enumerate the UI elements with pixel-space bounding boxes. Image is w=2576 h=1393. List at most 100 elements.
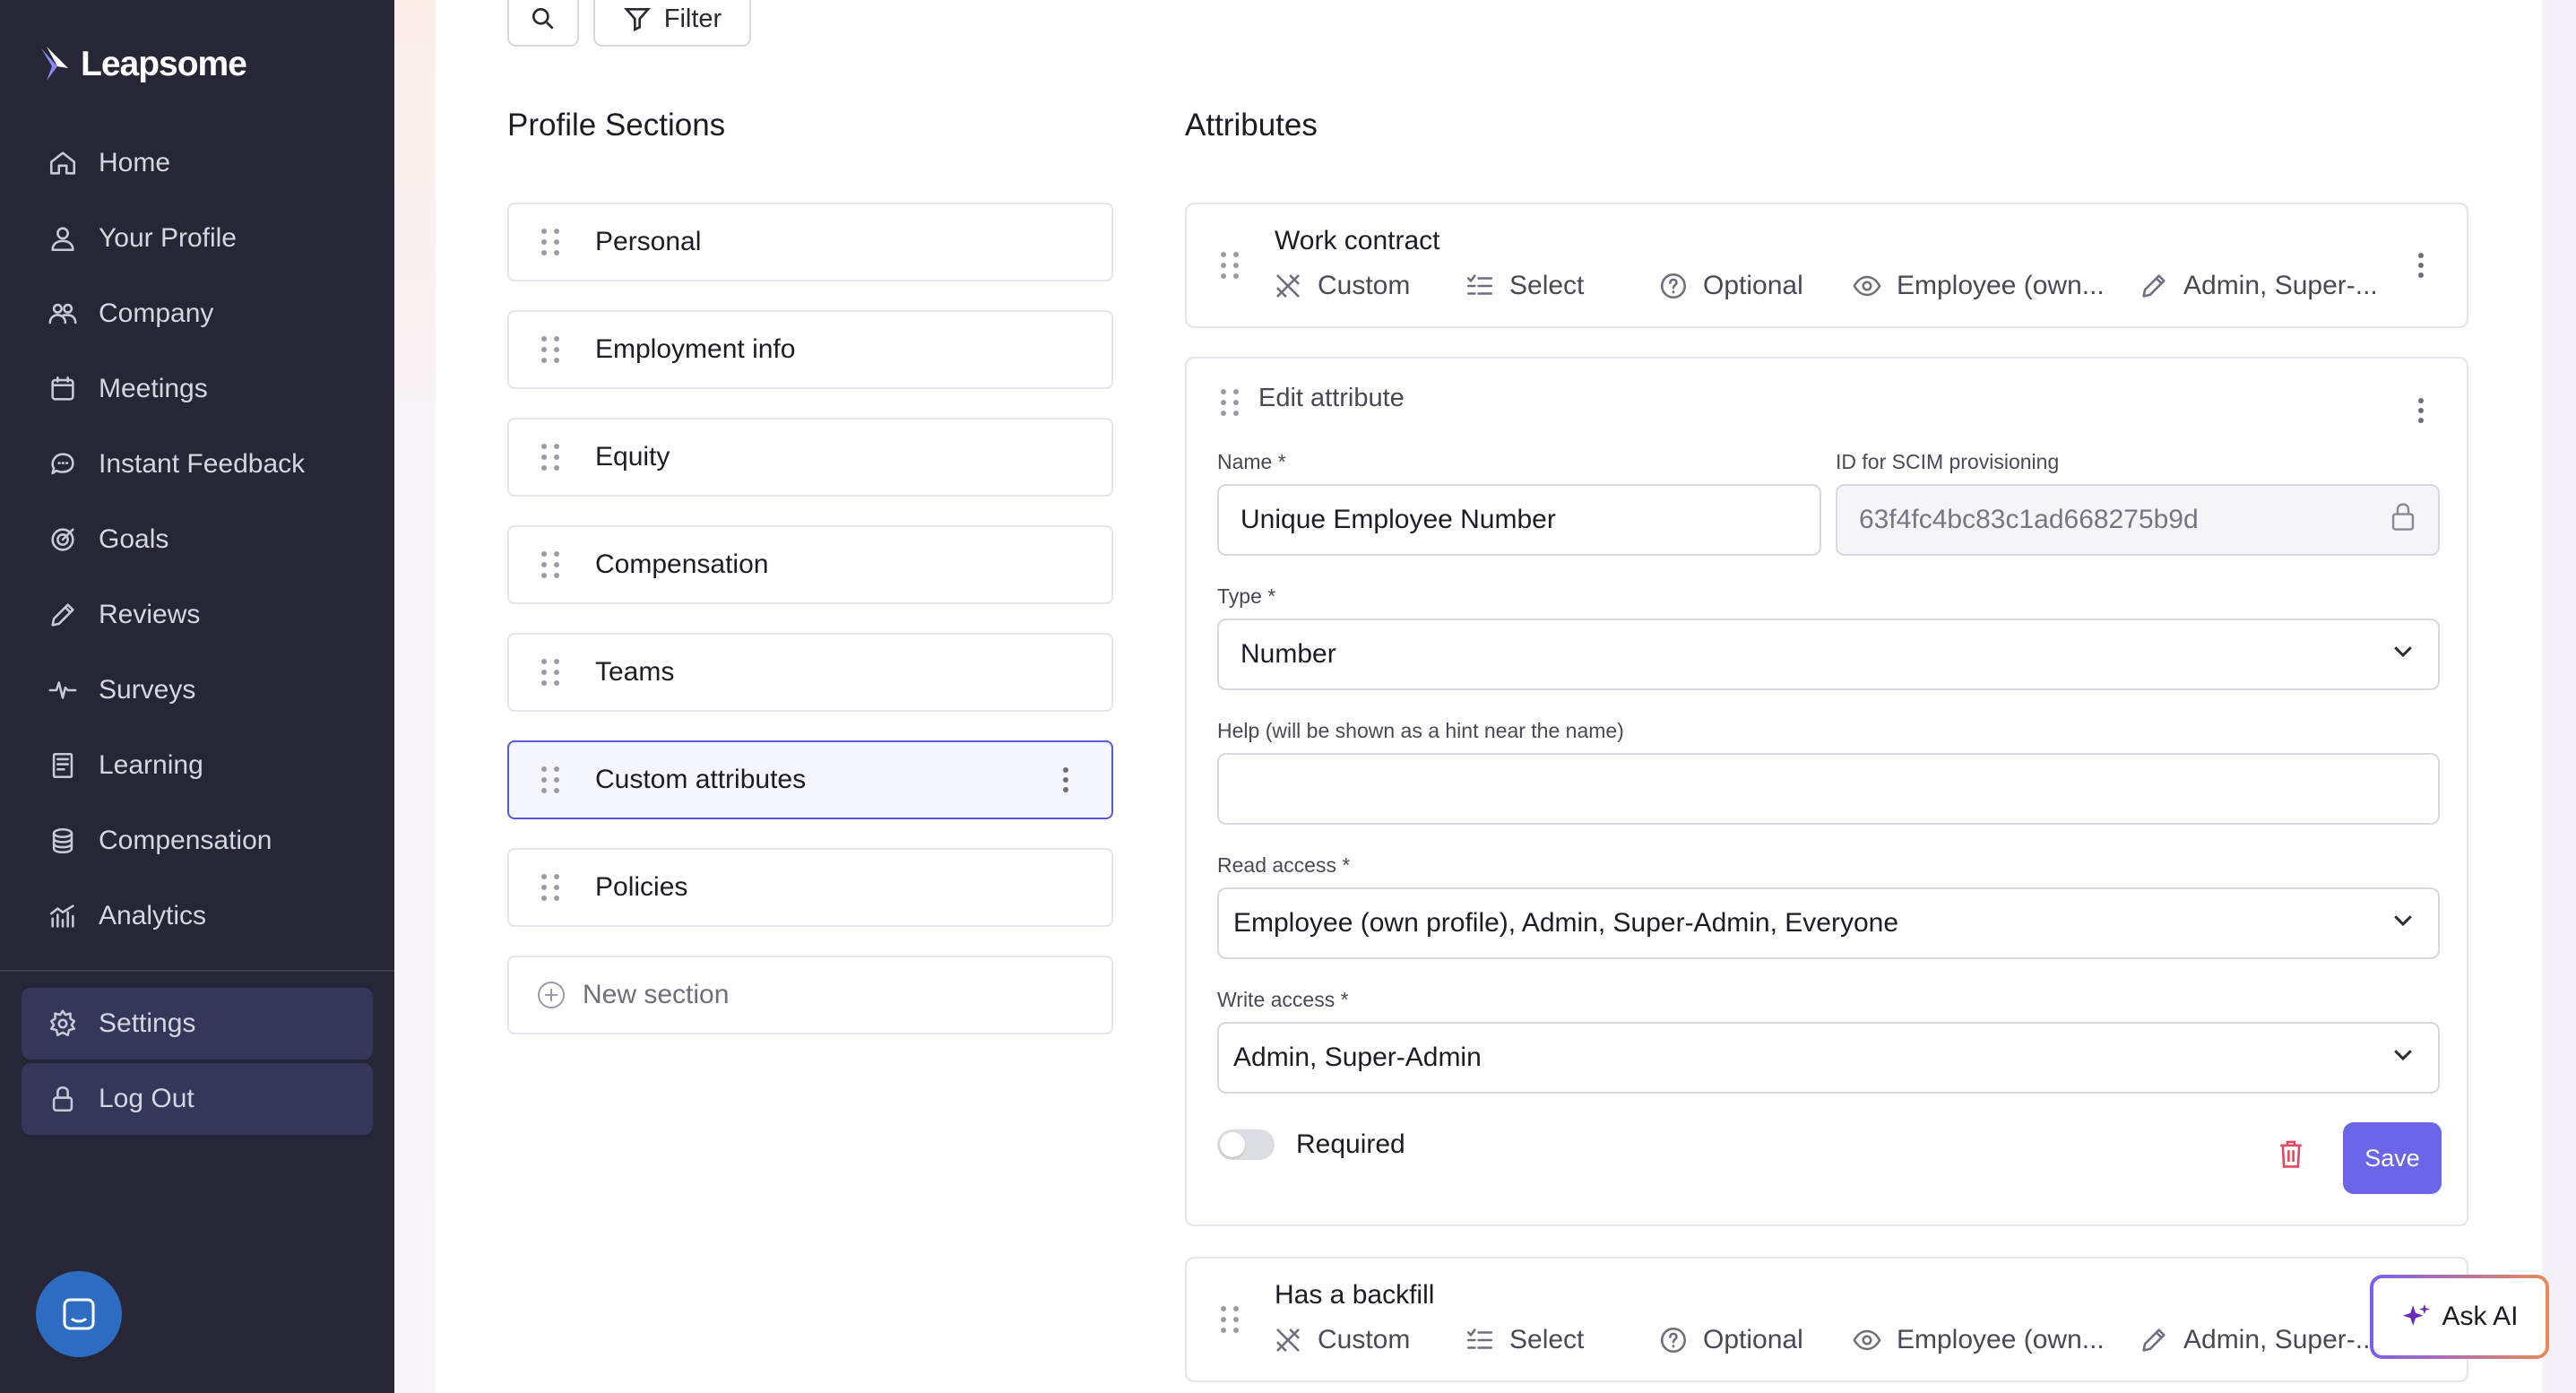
sidebar-item-compensation[interactable]: Compensation bbox=[22, 803, 373, 878]
required-label: Required bbox=[1296, 1129, 1405, 1159]
attribute-name: Work contract bbox=[1275, 226, 1440, 255]
attribute-requirement: Optional bbox=[1703, 271, 1803, 300]
section-label: Teams bbox=[595, 657, 675, 687]
trash-icon bbox=[2280, 1140, 2302, 1168]
drag-handle-icon[interactable] bbox=[541, 657, 565, 688]
read-access-select[interactable]: Employee (own profile), Admin, Super-Adm… bbox=[1217, 887, 2440, 959]
sidebar-item-meetings[interactable]: Meetings bbox=[22, 351, 373, 427]
user-icon bbox=[47, 222, 79, 255]
sidebar-item-company[interactable]: Company bbox=[22, 276, 373, 351]
filter-label: Filter bbox=[663, 4, 722, 33]
more-options-icon[interactable] bbox=[1063, 767, 1068, 792]
sidebar-item-instant-feedback[interactable]: Instant Feedback bbox=[22, 427, 373, 502]
plus-circle-icon bbox=[538, 982, 565, 1008]
section-label: Custom attributes bbox=[595, 765, 807, 794]
help-label: Help (will be shown as a hint near the n… bbox=[1217, 719, 1624, 742]
write-access-select[interactable]: Admin, Super-Admin bbox=[1217, 1022, 2440, 1094]
attribute-card-work-contract[interactable]: Work contract Custom Select Optional Emp… bbox=[1185, 203, 2468, 328]
search-icon bbox=[532, 7, 554, 30]
sidebar-item-label: Learning bbox=[99, 750, 203, 780]
app-name: Leapsome bbox=[81, 45, 247, 83]
tools-icon bbox=[1276, 1328, 1300, 1352]
drag-handle-icon[interactable] bbox=[1221, 250, 1244, 281]
main-nav: Home Your Profile Company Meetings Insta… bbox=[22, 125, 373, 954]
sparkles-icon bbox=[2403, 1303, 2431, 1326]
chevron-down-icon bbox=[2390, 1041, 2416, 1075]
sidebar-item-label: Log Out bbox=[99, 1084, 194, 1113]
pencil-icon bbox=[2142, 1328, 2165, 1352]
section-label: Compensation bbox=[595, 549, 769, 579]
section-item-employment-info[interactable]: Employment info bbox=[507, 310, 1113, 389]
help-circle-icon bbox=[1660, 1327, 1687, 1354]
new-section-button[interactable]: New section bbox=[507, 956, 1113, 1034]
section-item-personal[interactable]: Personal bbox=[507, 203, 1113, 281]
section-item-teams[interactable]: Teams bbox=[507, 633, 1113, 712]
sidebar-divider bbox=[0, 970, 394, 972]
target-icon bbox=[47, 523, 79, 556]
ask-ai-button[interactable]: Ask AI bbox=[2370, 1275, 2549, 1359]
tools-icon bbox=[1276, 274, 1300, 298]
drag-handle-icon[interactable] bbox=[541, 227, 565, 257]
leapsome-logo[interactable]: Leapsome bbox=[38, 45, 247, 84]
delete-button[interactable] bbox=[2277, 1138, 2305, 1173]
sidebar-item-analytics[interactable]: Analytics bbox=[22, 878, 373, 954]
calendar-icon bbox=[47, 373, 79, 405]
required-toggle[interactable] bbox=[1217, 1129, 1275, 1160]
sidebar-item-surveys[interactable]: Surveys bbox=[22, 653, 373, 728]
save-button[interactable]: Save bbox=[2343, 1122, 2442, 1194]
help-circle-icon bbox=[1660, 273, 1687, 299]
more-options-icon[interactable] bbox=[2418, 253, 2424, 278]
drag-handle-icon[interactable] bbox=[541, 872, 565, 903]
support-chat-button[interactable] bbox=[36, 1271, 122, 1357]
drag-handle-icon[interactable] bbox=[1221, 387, 1244, 418]
attribute-write-access: Admin, Super-... bbox=[2183, 1325, 2378, 1354]
more-options-icon[interactable] bbox=[2418, 398, 2424, 423]
attribute-source: Custom bbox=[1318, 1325, 1411, 1354]
sidebar-item-reviews[interactable]: Reviews bbox=[22, 577, 373, 653]
new-section-label: New section bbox=[583, 980, 730, 1009]
sidebar-item-label: Surveys bbox=[99, 675, 196, 705]
sidebar-item-label: Company bbox=[99, 298, 214, 328]
list-icon bbox=[1466, 274, 1493, 295]
type-select[interactable]: Number bbox=[1217, 619, 2440, 690]
sidebar-item-your-profile[interactable]: Your Profile bbox=[22, 201, 373, 276]
section-label: Policies bbox=[595, 872, 688, 902]
sidebar-item-log-out[interactable]: Log Out bbox=[22, 1063, 373, 1135]
eye-icon bbox=[1853, 275, 1881, 297]
attribute-name: Has a backfill bbox=[1275, 1280, 1435, 1310]
eye-icon bbox=[1853, 1329, 1881, 1351]
filter-icon bbox=[623, 8, 651, 32]
sidebar-item-goals[interactable]: Goals bbox=[22, 502, 373, 577]
drag-handle-icon[interactable] bbox=[1221, 1304, 1244, 1335]
help-input[interactable] bbox=[1217, 753, 2440, 825]
sidebar: Leapsome Home Your Profile Company Meeti… bbox=[0, 0, 394, 1393]
sidebar-item-label: Analytics bbox=[99, 901, 207, 930]
sidebar-item-settings[interactable]: Settings bbox=[22, 988, 373, 1060]
filter-button[interactable]: Filter bbox=[593, 0, 751, 47]
read-access-label: Read access * bbox=[1217, 853, 1351, 877]
edit-attribute-title: Edit attribute bbox=[1258, 384, 1405, 412]
sidebar-item-learning[interactable]: Learning bbox=[22, 728, 373, 803]
drag-handle-icon[interactable] bbox=[541, 765, 565, 795]
sidebar-item-label: Reviews bbox=[99, 600, 201, 629]
drag-handle-icon[interactable] bbox=[541, 442, 565, 472]
search-button[interactable] bbox=[507, 0, 579, 47]
drag-handle-icon[interactable] bbox=[541, 334, 565, 365]
name-label: Name * bbox=[1217, 450, 1286, 473]
sidebar-item-home[interactable]: Home bbox=[22, 125, 373, 201]
section-item-policies[interactable]: Policies bbox=[507, 848, 1113, 927]
pulse-icon bbox=[47, 674, 79, 706]
section-item-equity[interactable]: Equity bbox=[507, 418, 1113, 497]
section-item-compensation[interactable]: Compensation bbox=[507, 525, 1113, 604]
ask-ai-label: Ask AI bbox=[2442, 1302, 2519, 1331]
coins-icon bbox=[47, 825, 79, 857]
attribute-requirement: Optional bbox=[1703, 1325, 1803, 1354]
name-input[interactable]: Unique Employee Number bbox=[1217, 484, 1821, 556]
attribute-meta: Custom Select Optional Employee (own... … bbox=[1273, 271, 2378, 301]
chevron-down-icon bbox=[2390, 906, 2416, 940]
section-item-custom-attributes[interactable]: Custom attributes bbox=[507, 740, 1113, 819]
name-value: Unique Employee Number bbox=[1240, 505, 1556, 534]
attribute-read-access: Employee (own... bbox=[1897, 271, 2105, 300]
attribute-card-has-a-backfill[interactable]: Has a backfill Custom Select Optional Em… bbox=[1185, 1257, 2468, 1382]
drag-handle-icon[interactable] bbox=[541, 549, 565, 580]
